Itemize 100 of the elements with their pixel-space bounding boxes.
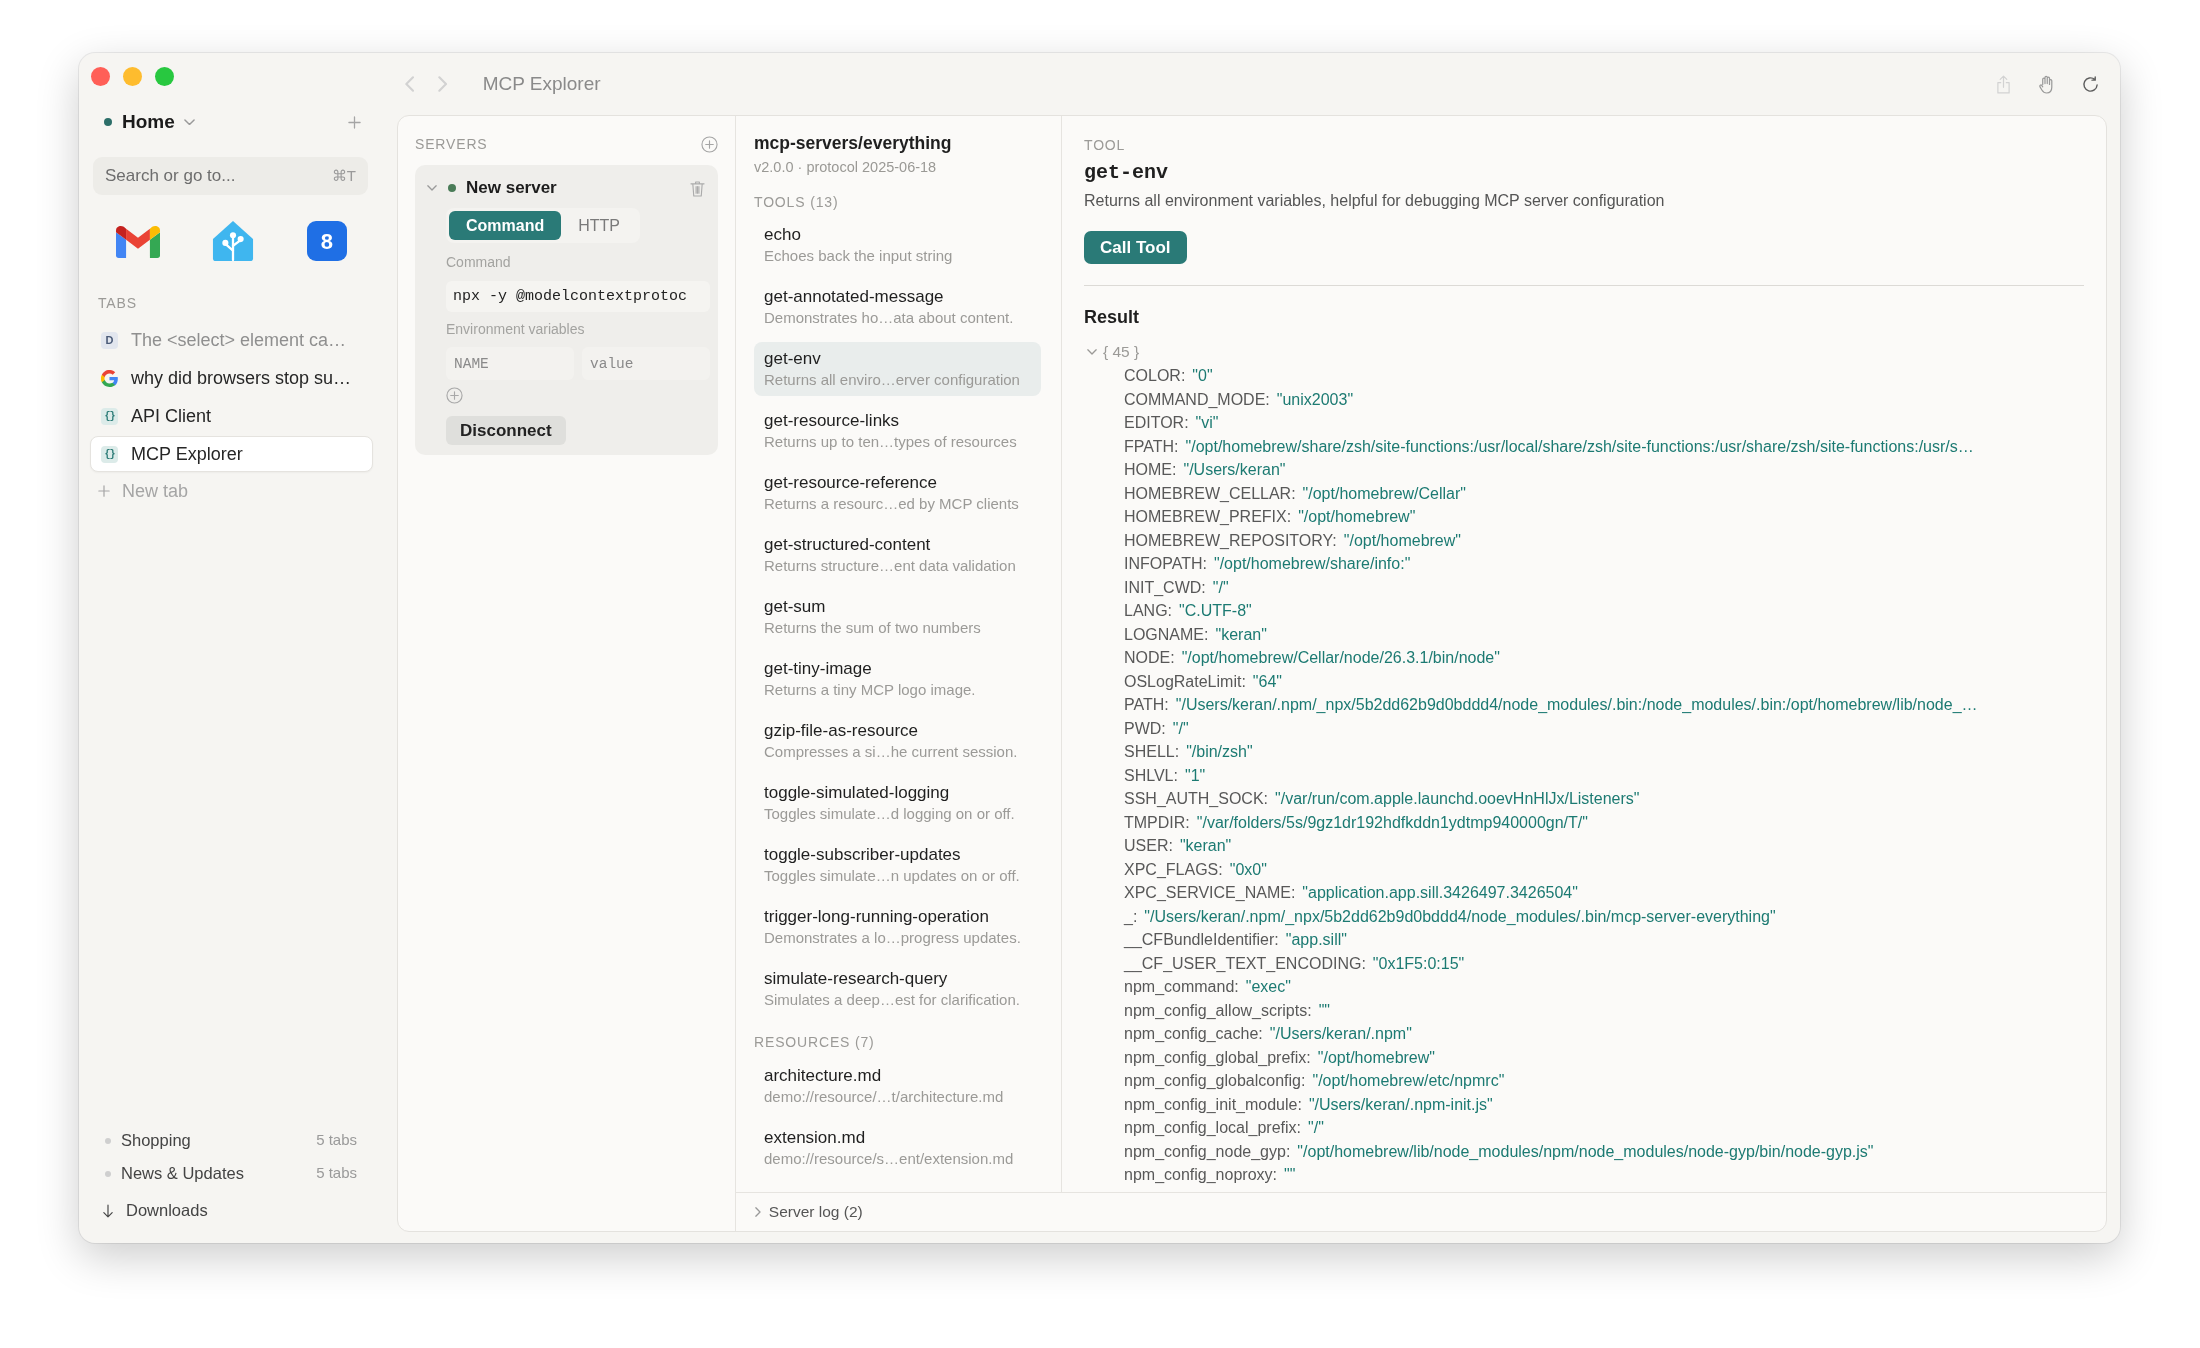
result-key: LOGNAME: xyxy=(1124,625,1209,643)
result-key: npm_config_cache: xyxy=(1124,1025,1263,1042)
result-value: "/bin/zsh" xyxy=(1186,743,1253,760)
result-value: "/Users/keran/.npm-init.js" xyxy=(1308,1095,1493,1113)
chevron-right-icon xyxy=(438,76,448,92)
tab-group[interactable]: News & Updates 5 tabs xyxy=(90,1157,373,1190)
tool-item[interactable]: get-sum Returns the sum of two numbers xyxy=(754,590,1041,644)
tool-item[interactable]: get-resource-links Returns up to ten…types of resources xyxy=(754,404,1041,458)
reload-button[interactable] xyxy=(2082,75,2099,93)
result-value: "app.sill" xyxy=(1285,931,1347,948)
result-value: "/opt/homebrew/Cellar/node/26.3.1/bin/node" xyxy=(1181,649,1500,666)
tool-item[interactable]: get-tiny-image Returns a tiny MCP logo image. xyxy=(754,652,1041,706)
sidebar-tab[interactable]: D The <select> element ca… xyxy=(90,322,373,358)
sidebar-tab[interactable]: {} API Client xyxy=(90,398,373,434)
result-value: "/Users/keran/.npm" xyxy=(1269,1025,1412,1042)
result-key: USER: xyxy=(1124,837,1173,854)
disconnect-button[interactable]: Disconnect xyxy=(446,416,566,445)
tool-item[interactable]: get-env Returns all enviro…erver configuration xyxy=(754,342,1041,396)
result-value: "0x1F5:0:15" xyxy=(1372,954,1465,972)
transport-tab[interactable]: HTTP xyxy=(561,211,637,240)
keyboard-shortcut: ⌘T xyxy=(331,167,356,185)
tool-item[interactable]: get-annotated-message Demonstrates ho…ata about content. xyxy=(754,280,1041,334)
plus-icon xyxy=(98,485,110,497)
plus-circle-icon[interactable] xyxy=(701,135,718,153)
downloads-button[interactable]: Downloads xyxy=(90,1194,373,1227)
plus-circle-icon[interactable] xyxy=(446,387,463,404)
server-title: mcp-servers/everything xyxy=(754,132,953,155)
plus-icon[interactable] xyxy=(348,115,361,129)
maximize-button[interactable] xyxy=(155,66,174,86)
result-key: npm_config_noproxy: xyxy=(1124,1166,1277,1183)
result-key: SHLVL: xyxy=(1124,766,1178,784)
tool-item[interactable]: toggle-simulated-logging Toggles simulate…d logging on or off. xyxy=(754,776,1041,830)
result-value: "/opt/homebrew/Cellar" xyxy=(1302,484,1467,502)
tool-description: Returns all environment variables, helpful for debugging MCP server configuration xyxy=(1084,191,1666,211)
tool-item[interactable]: get-structured-content Returns structure…ent data validation xyxy=(754,528,1041,582)
result-key: XPC_FLAGS: xyxy=(1124,860,1223,878)
result-key: npm_config_node_gyp: xyxy=(1124,1142,1291,1160)
bullet-icon xyxy=(105,1170,111,1177)
tool-item[interactable]: toggle-subscriber-updates Toggles simulate…n updates on or off. xyxy=(754,838,1041,892)
minimize-button[interactable] xyxy=(123,66,142,86)
result-value: "/opt/homebrew" xyxy=(1298,508,1416,525)
space-dot-icon xyxy=(104,118,112,126)
env-name-input[interactable]: NAME xyxy=(446,347,574,380)
server-log-toggle[interactable]: Server log (2) xyxy=(736,1192,2106,1231)
result-value: "/opt/homebrew/share/zsh/site-functions:/usr/local/share/zsh/site-functions:/usr/share/zsh/site-functions:/usr/s… xyxy=(1185,437,1974,455)
tab-group[interactable]: Shopping 5 tabs xyxy=(90,1124,373,1157)
command-input[interactable]: npx -y @modelcontextprotoc xyxy=(446,281,710,312)
result-value: "/" xyxy=(1212,578,1229,596)
sidebar-tab[interactable]: why did browsers stop su… xyxy=(90,360,373,396)
trash-icon[interactable] xyxy=(690,179,705,197)
down-arrow-icon xyxy=(103,1203,113,1218)
result-key: INIT_CWD: xyxy=(1124,578,1206,596)
tool-item[interactable]: trigger-long-running-operation Demonstrates a lo…progress updates. xyxy=(754,900,1041,954)
hand-button[interactable] xyxy=(2038,74,2055,94)
call-tool-button[interactable]: Call Tool xyxy=(1084,231,1187,264)
chevron-left-icon xyxy=(405,76,415,92)
section-label: TOOLS (13) xyxy=(754,193,840,212)
close-button[interactable] xyxy=(91,66,110,86)
chevron-down-icon[interactable] xyxy=(427,185,437,191)
tool-item[interactable]: get-resource-reference Returns a resourc…ed by MCP clients xyxy=(754,466,1041,520)
space-switcher[interactable]: Home xyxy=(122,107,195,137)
result-value: "/var/run/com.apple.launchd.ooevHnHlJx/Listeners" xyxy=(1275,790,1640,807)
tool-item[interactable]: gzip-file-as-resource Compresses a si…he current session. xyxy=(754,714,1041,768)
result-key: INFOPATH: xyxy=(1124,555,1207,572)
result-key: npm_config_globalconfig: xyxy=(1124,1072,1306,1089)
result-key: XPC_SERVICE_NAME: xyxy=(1124,884,1296,901)
share-icon xyxy=(1996,74,2011,94)
number-tile[interactable]: 8 xyxy=(306,221,347,261)
result-key: npm_config_global_prefix: xyxy=(1124,1048,1311,1066)
tool-item[interactable]: echo Echoes back the input string xyxy=(754,218,1041,272)
resource-item[interactable]: extension.md demo://resource/s…ent/extension.md xyxy=(754,1121,1041,1175)
section-label: RESOURCES (7) xyxy=(754,1033,876,1052)
resource-item[interactable]: architecture.md demo://resource/…t/architecture.md xyxy=(754,1059,1041,1113)
house-icon[interactable] xyxy=(212,220,255,262)
result-value: "/opt/homebrew" xyxy=(1343,531,1461,549)
favicon-tile: {} xyxy=(101,407,118,425)
result-key: EDITOR: xyxy=(1124,414,1189,431)
result-value: "/" xyxy=(1308,1119,1324,1136)
result-value: "application.app.sill.3426497.3426504" xyxy=(1302,884,1578,901)
result-value: "/opt/homebrew" xyxy=(1317,1048,1435,1066)
result-key: HOMEBREW_CELLAR: xyxy=(1124,484,1296,502)
reload-icon xyxy=(2082,75,2099,93)
result-value: "/opt/homebrew/share/info:" xyxy=(1213,555,1411,572)
sidebar-tab[interactable]: {} MCP Explorer xyxy=(90,436,373,472)
result-value: "/Users/keran" xyxy=(1183,461,1286,478)
result-key: npm_config_init_module: xyxy=(1124,1095,1302,1113)
result-value: "unix2003" xyxy=(1276,390,1354,408)
result-key: npm_config_allow_scripts: xyxy=(1124,1001,1312,1019)
env-value-input[interactable]: value xyxy=(582,347,710,380)
result-value: "/Users/keran/.npm/_npx/5b2dd62b9d0bddd4/node_modules/.bin:/node_modules/.bin:/opt/homebrew/lib/node_… xyxy=(1175,696,1978,713)
tool-item[interactable]: simulate-research-query Simulates a deep…est for clarification. xyxy=(754,962,1041,1016)
result-key: FPATH: xyxy=(1124,437,1179,455)
result-key: OSLogRateLimit: xyxy=(1124,672,1246,690)
result-value: "keran" xyxy=(1215,625,1267,643)
result-key: HOMEBREW_REPOSITORY: xyxy=(1124,531,1337,549)
result-key: PATH: xyxy=(1124,696,1169,713)
result-value: "/" xyxy=(1172,719,1189,737)
transport-tab[interactable]: Command xyxy=(449,211,562,240)
result-key: SSH_AUTH_SOCK: xyxy=(1124,790,1269,807)
m-logo-icon[interactable] xyxy=(116,224,161,258)
